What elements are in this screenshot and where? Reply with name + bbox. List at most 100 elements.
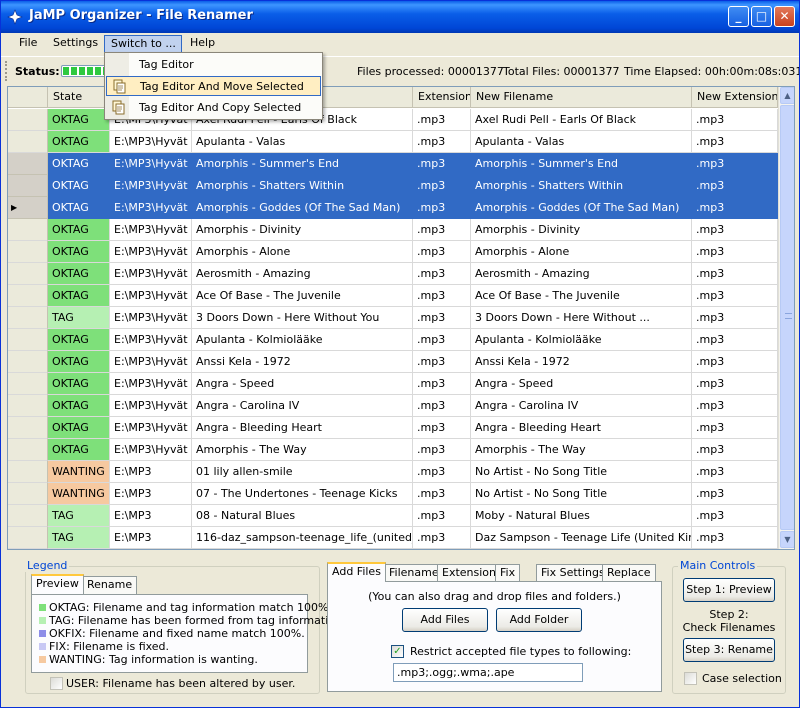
menu-file[interactable]: File xyxy=(13,35,43,53)
scrollbar-thumb[interactable] xyxy=(780,105,794,530)
state-cell[interactable]: OKTAG xyxy=(48,241,110,263)
new-filename-cell[interactable]: Amorphis - Alone xyxy=(471,241,692,263)
new-extension-cell[interactable]: .mp3 xyxy=(692,131,778,153)
state-cell[interactable]: WANTING xyxy=(48,483,110,505)
new-filename-cell[interactable]: Anssi Kela - 1972 xyxy=(471,351,692,373)
state-cell[interactable]: OKTAG xyxy=(48,131,110,153)
new-filename-cell[interactable]: Amorphis - Summer's End xyxy=(471,153,692,175)
extension-cell[interactable]: .mp3 xyxy=(413,153,471,175)
state-cell[interactable]: OKTAG xyxy=(48,439,110,461)
extension-cell[interactable]: .mp3 xyxy=(413,505,471,527)
column-header-state[interactable]: State xyxy=(48,87,110,108)
state-cell[interactable]: OKTAG xyxy=(48,263,110,285)
filename-cell[interactable]: Amorphis - Summer's End xyxy=(192,153,413,175)
column-header-extension[interactable]: Extension xyxy=(413,87,471,108)
filename-cell[interactable]: Amorphis - Divinity xyxy=(192,219,413,241)
table-row[interactable]: OKTAG E:\MP3\Hyvät Ace Of Base - The Juven… xyxy=(8,285,778,307)
row-indicator[interactable] xyxy=(8,483,48,505)
state-cell[interactable]: OKTAG xyxy=(48,219,110,241)
table-row[interactable]: OKTAG E:\MP3\Hyvät Angra - Speed .mp3 Angra … xyxy=(8,373,778,395)
extension-cell[interactable]: .mp3 xyxy=(413,373,471,395)
tab-preview[interactable]: Preview xyxy=(31,574,84,594)
filename-cell[interactable]: Amorphis - Alone xyxy=(192,241,413,263)
extension-cell[interactable]: .mp3 xyxy=(413,197,471,219)
file-types-input[interactable]: .mp3;.ogg;.wma;.ape xyxy=(393,663,583,682)
filename-cell[interactable]: 3 Doors Down - Here Without You xyxy=(192,307,413,329)
new-filename-cell[interactable]: Amorphis - Divinity xyxy=(471,219,692,241)
state-cell[interactable]: TAG xyxy=(48,505,110,527)
new-filename-cell[interactable]: Angra - Speed xyxy=(471,373,692,395)
filename-cell[interactable]: Angra - Speed xyxy=(192,373,413,395)
new-extension-cell[interactable]: .mp3 xyxy=(692,241,778,263)
new-filename-cell[interactable]: Angra - Bleeding Heart xyxy=(471,417,692,439)
tab-rename[interactable]: Rename xyxy=(82,576,138,594)
directory-cell[interactable]: E:\MP3\Hyvät xyxy=(110,373,192,395)
add-folder-button[interactable]: Add Folder xyxy=(496,608,582,632)
tab-filename[interactable]: Filename xyxy=(384,564,444,582)
new-extension-cell[interactable]: .mp3 xyxy=(692,527,778,549)
table-row[interactable]: OKTAG E:\MP3\Hyvät Amorphis - Summer's End… xyxy=(8,153,778,175)
new-extension-cell[interactable]: .mp3 xyxy=(692,197,778,219)
row-indicator[interactable] xyxy=(8,175,48,197)
new-filename-cell[interactable]: Aerosmith - Amazing xyxy=(471,263,692,285)
add-files-button[interactable]: Add Files xyxy=(402,608,488,632)
tab-fix[interactable]: Fix xyxy=(495,564,521,582)
menu-item-tag-editor-move[interactable]: Tag Editor And Move Selected xyxy=(106,76,321,96)
table-row[interactable]: OKTAG E:\MP3\Hyvät Aerosmith - Amazing .mp3… xyxy=(8,263,778,285)
tab-fix-settings[interactable]: Fix Settings xyxy=(536,564,610,582)
table-row[interactable]: TAG E:\MP3\Hyvät 3 Doors Down - Here Witho… xyxy=(8,307,778,329)
new-filename-cell[interactable]: 3 Doors Down - Here Without ... xyxy=(471,307,692,329)
table-row[interactable]: OKTAG E:\MP3\Hyvät Apulanta - Valas .mp3 Apu… xyxy=(8,131,778,153)
extension-cell[interactable]: .mp3 xyxy=(413,307,471,329)
menu-switch-to[interactable]: Switch to ... xyxy=(104,35,182,53)
new-extension-cell[interactable]: .mp3 xyxy=(692,263,778,285)
new-filename-cell[interactable]: Apulanta - Valas xyxy=(471,131,692,153)
filename-cell[interactable]: Angra - Carolina IV xyxy=(192,395,413,417)
title-bar[interactable]: JaMP Organizer - File Renamer _ □ ✕ xyxy=(1,1,799,33)
table-row[interactable]: OKTAG E:\MP3\Hyvät Angra - Bleeding Heart.… xyxy=(8,417,778,439)
directory-cell[interactable]: E:\MP3\Hyvät xyxy=(110,175,192,197)
menu-settings[interactable]: Settings xyxy=(47,35,104,53)
table-row[interactable]: ▶ OKTAG E:\MP3\Hyvät Amorphis - Goddes (Of … xyxy=(8,197,778,219)
state-cell[interactable]: OKTAG xyxy=(48,285,110,307)
new-extension-cell[interactable]: .mp3 xyxy=(692,329,778,351)
new-filename-cell[interactable]: Angra - Carolina IV xyxy=(471,395,692,417)
extension-cell[interactable]: .mp3 xyxy=(413,417,471,439)
filename-cell[interactable]: 01 lily allen-smile xyxy=(192,461,413,483)
scroll-down-button[interactable]: ▼ xyxy=(780,531,794,548)
tab-add-files[interactable]: Add Files xyxy=(327,562,386,582)
row-indicator[interactable] xyxy=(8,109,48,131)
state-cell[interactable]: WANTING xyxy=(48,461,110,483)
row-indicator[interactable] xyxy=(8,329,48,351)
extension-cell[interactable]: .mp3 xyxy=(413,395,471,417)
new-filename-cell[interactable]: Moby - Natural Blues xyxy=(471,505,692,527)
extension-cell[interactable]: .mp3 xyxy=(413,241,471,263)
extension-cell[interactable]: .mp3 xyxy=(413,527,471,549)
directory-cell[interactable]: E:\MP3\Hyvät xyxy=(110,241,192,263)
directory-cell[interactable]: E:\MP3 xyxy=(110,483,192,505)
new-extension-cell[interactable]: .mp3 xyxy=(692,373,778,395)
state-cell[interactable]: TAG xyxy=(48,527,110,549)
state-cell[interactable]: OKTAG xyxy=(48,109,110,131)
new-extension-cell[interactable]: .mp3 xyxy=(692,153,778,175)
restrict-types-checkbox[interactable]: ✓ xyxy=(391,645,404,658)
extension-cell[interactable]: .mp3 xyxy=(413,483,471,505)
state-cell[interactable]: TAG xyxy=(48,307,110,329)
table-row[interactable]: OKTAG E:\MP3\Hyvät Angra - Carolina IV .mp3… xyxy=(8,395,778,417)
new-extension-cell[interactable]: .mp3 xyxy=(692,461,778,483)
row-indicator[interactable] xyxy=(8,351,48,373)
row-indicator[interactable] xyxy=(8,373,48,395)
directory-cell[interactable]: E:\MP3\Hyvät xyxy=(110,307,192,329)
row-indicator[interactable] xyxy=(8,241,48,263)
directory-cell[interactable]: E:\MP3\Hyvät xyxy=(110,197,192,219)
user-checkbox[interactable] xyxy=(50,677,63,690)
new-extension-cell[interactable]: .mp3 xyxy=(692,351,778,373)
row-indicator[interactable] xyxy=(8,461,48,483)
new-filename-cell[interactable]: Ace Of Base - The Juvenile xyxy=(471,285,692,307)
table-row[interactable]: OKTAG E:\MP3\Hyvät Apulanta - Kolmiolääke.… xyxy=(8,329,778,351)
scroll-up-button[interactable]: ▲ xyxy=(780,87,794,104)
state-cell[interactable]: OKTAG xyxy=(48,153,110,175)
table-row[interactable]: OKTAG E:\MP3\Hyvät Amorphis - Shatters Wit… xyxy=(8,175,778,197)
new-extension-cell[interactable]: .mp3 xyxy=(692,219,778,241)
state-cell[interactable]: OKTAG xyxy=(48,351,110,373)
